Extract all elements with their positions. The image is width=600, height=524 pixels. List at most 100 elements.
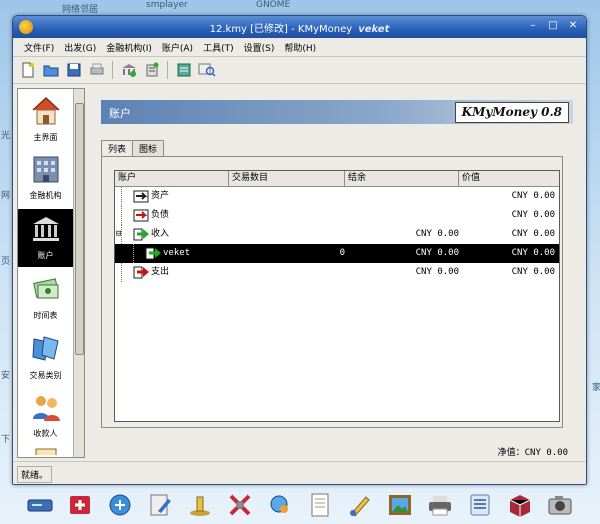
table-body: 资产 CNY 0.00 负债 CNY 0.00 ⊟ 收入 CNY 0.00 CNY 0.00 v… — [115, 187, 559, 282]
tree-line — [121, 206, 122, 225]
picture-icon[interactable] — [386, 491, 414, 519]
bank-icon — [32, 217, 59, 241]
menu-help[interactable]: 帮助(H) — [279, 41, 321, 54]
transaction-icon — [177, 63, 190, 77]
account-balance — [345, 187, 459, 206]
transaction-count — [229, 225, 345, 244]
menu-go[interactable]: 出发(G) — [59, 41, 101, 54]
income-icon — [133, 228, 149, 241]
sidebar-item-institutions[interactable]: 金融机构 — [18, 149, 73, 207]
asset-icon — [133, 190, 149, 203]
income-icon — [145, 247, 161, 260]
tools-icon[interactable] — [226, 491, 254, 519]
print-button[interactable] — [86, 60, 107, 81]
printer-icon[interactable] — [426, 491, 454, 519]
package-icon[interactable] — [506, 491, 534, 519]
schedule-icon — [32, 278, 59, 299]
save-button[interactable] — [63, 60, 84, 81]
kmymoney-window: 12.kmy [已修改] - KMyMoney veket – □ ✕ 文件(F)… — [12, 15, 587, 485]
column-header-count[interactable]: 交易数目 — [229, 171, 345, 186]
table-row[interactable]: veket 0 CNY 0.00 CNY 0.00 — [115, 244, 559, 263]
toolbar-separator — [112, 61, 113, 79]
open-folder-icon — [43, 65, 58, 77]
account-name: 资产 — [151, 191, 170, 201]
tree-line — [133, 244, 134, 263]
new-file-icon — [22, 62, 34, 78]
transaction-count — [229, 263, 345, 282]
editor-icon[interactable] — [146, 491, 174, 519]
print-icon — [90, 63, 103, 75]
first-aid-icon[interactable] — [66, 491, 94, 519]
column-header-value[interactable]: 价值 — [459, 171, 559, 186]
new-account-button[interactable] — [141, 60, 162, 81]
net-worth: 净值：CNY 0.00 — [497, 448, 568, 458]
title-bar[interactable]: 12.kmy [已修改] - KMyMoney veket – □ ✕ — [13, 16, 586, 38]
sidebar-item-label: 收款人 — [33, 429, 58, 438]
table-row[interactable]: 支出 CNY 0.00 CNY 0.00 — [115, 263, 559, 282]
find-button[interactable] — [196, 60, 217, 81]
search-globe-icon[interactable] — [266, 491, 294, 519]
tree-line — [121, 187, 122, 206]
close-button[interactable]: ✕ — [566, 20, 580, 33]
kmymoney-logo: KMyMoney 0.8 — [454, 102, 569, 123]
menu-accounts[interactable]: 账户(A) — [157, 41, 198, 54]
sidebar-item-categories[interactable]: 交易类别 — [18, 329, 73, 387]
desktop-label-network[interactable]: 网络邻居 — [62, 2, 98, 15]
minimize-button[interactable]: – — [526, 20, 540, 33]
accounts-table: 账户 交易数目 结余 价值 资产 CNY 0.00 负债 CNY 0.00 ⊟ 收入 CNY… — [114, 170, 560, 422]
new-transaction-button[interactable] — [173, 60, 194, 81]
menu-file[interactable]: 文件(F) — [19, 41, 59, 54]
new-file-button[interactable] — [17, 60, 38, 81]
sidebar-scroll-thumb[interactable] — [75, 103, 84, 355]
sidebar-item-accounts[interactable]: 账户 — [18, 209, 73, 267]
column-header-balance[interactable]: 结余 — [345, 171, 459, 186]
open-button[interactable] — [40, 60, 61, 81]
toolbar — [13, 57, 586, 84]
window-title-text: 12.kmy [已修改] - KMyMoney — [209, 24, 353, 35]
sidebar-item-label: 交易类别 — [29, 371, 62, 380]
maximize-button[interactable]: □ — [546, 20, 560, 33]
sidebar-item-schedule[interactable]: 时间表 — [18, 269, 73, 327]
save-icon — [67, 63, 80, 77]
transaction-count — [229, 187, 345, 206]
desktop-label-gnome[interactable]: GNOME — [256, 0, 290, 10]
expander-icon[interactable]: ⊟ — [116, 225, 121, 244]
tab-list[interactable]: 列表 — [101, 140, 134, 156]
transaction-count: 0 — [339, 248, 345, 258]
list-icon[interactable] — [466, 491, 494, 519]
camera-icon[interactable] — [546, 491, 574, 519]
new-institution-button[interactable] — [118, 60, 139, 81]
view-tabs: 列表 图标 — [101, 140, 165, 156]
status-text: 就绪。 — [17, 466, 53, 483]
tree-line — [121, 263, 122, 282]
drive-icon[interactable] — [26, 491, 54, 519]
account-icon — [146, 62, 158, 77]
status-bar: 就绪。 — [13, 461, 586, 484]
find-icon — [198, 63, 216, 77]
sidebar-item-home[interactable]: 主界面 — [18, 91, 73, 149]
tab-icons[interactable]: 图标 — [132, 140, 165, 156]
column-header-account[interactable]: 账户 — [115, 171, 229, 186]
stamp-icon[interactable] — [186, 491, 214, 519]
sidebar-item-payees[interactable]: 收款人 — [18, 387, 73, 445]
menu-institutions[interactable]: 金融机构(I) — [101, 41, 157, 54]
categories-icon — [31, 336, 59, 361]
document-icon[interactable] — [306, 491, 334, 519]
menu-tools[interactable]: 工具(T) — [198, 41, 239, 54]
toolbar-separator — [167, 61, 168, 79]
table-row[interactable]: 资产 CNY 0.00 — [115, 187, 559, 206]
sidebar-scrollbar[interactable] — [73, 89, 84, 457]
desktop-label-smplayer[interactable]: smplayer — [146, 0, 188, 10]
expense-icon — [133, 266, 149, 279]
paint-icon[interactable] — [346, 491, 374, 519]
accounts-view: 账户 KMyMoney 0.8 列表 图标 账户 交易数目 结余 价值 资产 CN… — [101, 100, 573, 436]
menu-settings[interactable]: 设置(S) — [239, 41, 280, 54]
sidebar-item-partial[interactable] — [18, 445, 73, 455]
network-icon[interactable] — [106, 491, 134, 519]
account-balance — [345, 206, 459, 225]
table-row[interactable]: ⊟ 收入 CNY 0.00 CNY 0.00 — [115, 225, 559, 244]
account-value: CNY 0.00 — [511, 267, 555, 277]
desktop-glyph: 下 — [1, 435, 11, 445]
desktop-glyph: 安 — [1, 371, 11, 381]
table-row[interactable]: 负债 CNY 0.00 — [115, 206, 559, 225]
